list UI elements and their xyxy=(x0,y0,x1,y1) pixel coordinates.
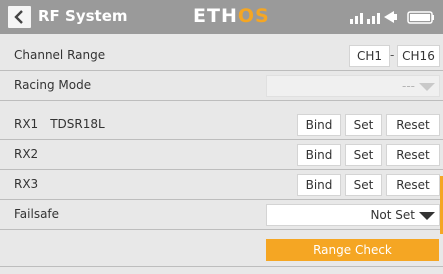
rx1-set-button[interactable]: Set xyxy=(345,114,382,136)
channel-separator: - xyxy=(390,48,395,62)
rx2-bind-button[interactable]: Bind xyxy=(297,144,341,166)
racing-mode-dropdown[interactable]: --- xyxy=(266,75,440,97)
rf-system-screen: RF System ETHOS Channel Range CH1 - CH16… xyxy=(0,0,443,274)
rx3-label: RX3 xyxy=(14,177,39,191)
rx2-reset-button[interactable]: Reset xyxy=(386,144,440,166)
rx3-reset-button[interactable]: Reset xyxy=(386,174,440,196)
rx3-set-button[interactable]: Set xyxy=(345,174,382,196)
page-title: RF System xyxy=(38,7,128,25)
range-check-button[interactable]: Range Check xyxy=(266,239,439,261)
rx2-set-button[interactable]: Set xyxy=(345,144,382,166)
status-icons xyxy=(350,11,434,24)
rx1-row: RX1 TDSR18L Bind Set Reset xyxy=(0,111,443,140)
battery-icon xyxy=(407,11,434,24)
channel-from-field[interactable]: CH1 xyxy=(349,45,390,67)
racing-mode-value: --- xyxy=(402,79,415,93)
rx2-label: RX2 xyxy=(14,147,39,161)
rx1-bind-button[interactable]: Bind xyxy=(297,114,341,136)
ethos-logo: ETHOS xyxy=(193,5,270,27)
rx2-row: RX2 Bind Set Reset xyxy=(0,141,443,170)
rx1-label: RX1 TDSR18L xyxy=(14,117,105,131)
chevron-down-icon xyxy=(419,212,435,220)
divider xyxy=(0,266,443,267)
failsafe-row: Failsafe Not Set xyxy=(0,201,443,230)
chevron-down-icon xyxy=(419,83,435,91)
racing-mode-row: Racing Mode --- xyxy=(0,72,443,101)
failsafe-value: Not Set xyxy=(370,208,415,222)
channel-range-label: Channel Range xyxy=(14,48,106,62)
channel-to-field[interactable]: CH16 xyxy=(397,45,440,67)
rx1-reset-button[interactable]: Reset xyxy=(386,114,440,136)
failsafe-label: Failsafe xyxy=(14,207,60,221)
rx3-row: RX3 Bind Set Reset xyxy=(0,171,443,200)
failsafe-dropdown[interactable]: Not Set xyxy=(266,204,440,226)
channel-range-row: Channel Range CH1 - CH16 xyxy=(0,42,443,71)
header-bar: RF System ETHOS xyxy=(0,0,443,34)
rx3-bind-button[interactable]: Bind xyxy=(297,174,341,196)
back-button[interactable] xyxy=(8,6,31,28)
signal-icon xyxy=(350,11,397,24)
racing-mode-label: Racing Mode xyxy=(14,78,92,92)
chevron-left-icon xyxy=(14,10,23,24)
rx1-model: TDSR18L xyxy=(50,117,105,131)
